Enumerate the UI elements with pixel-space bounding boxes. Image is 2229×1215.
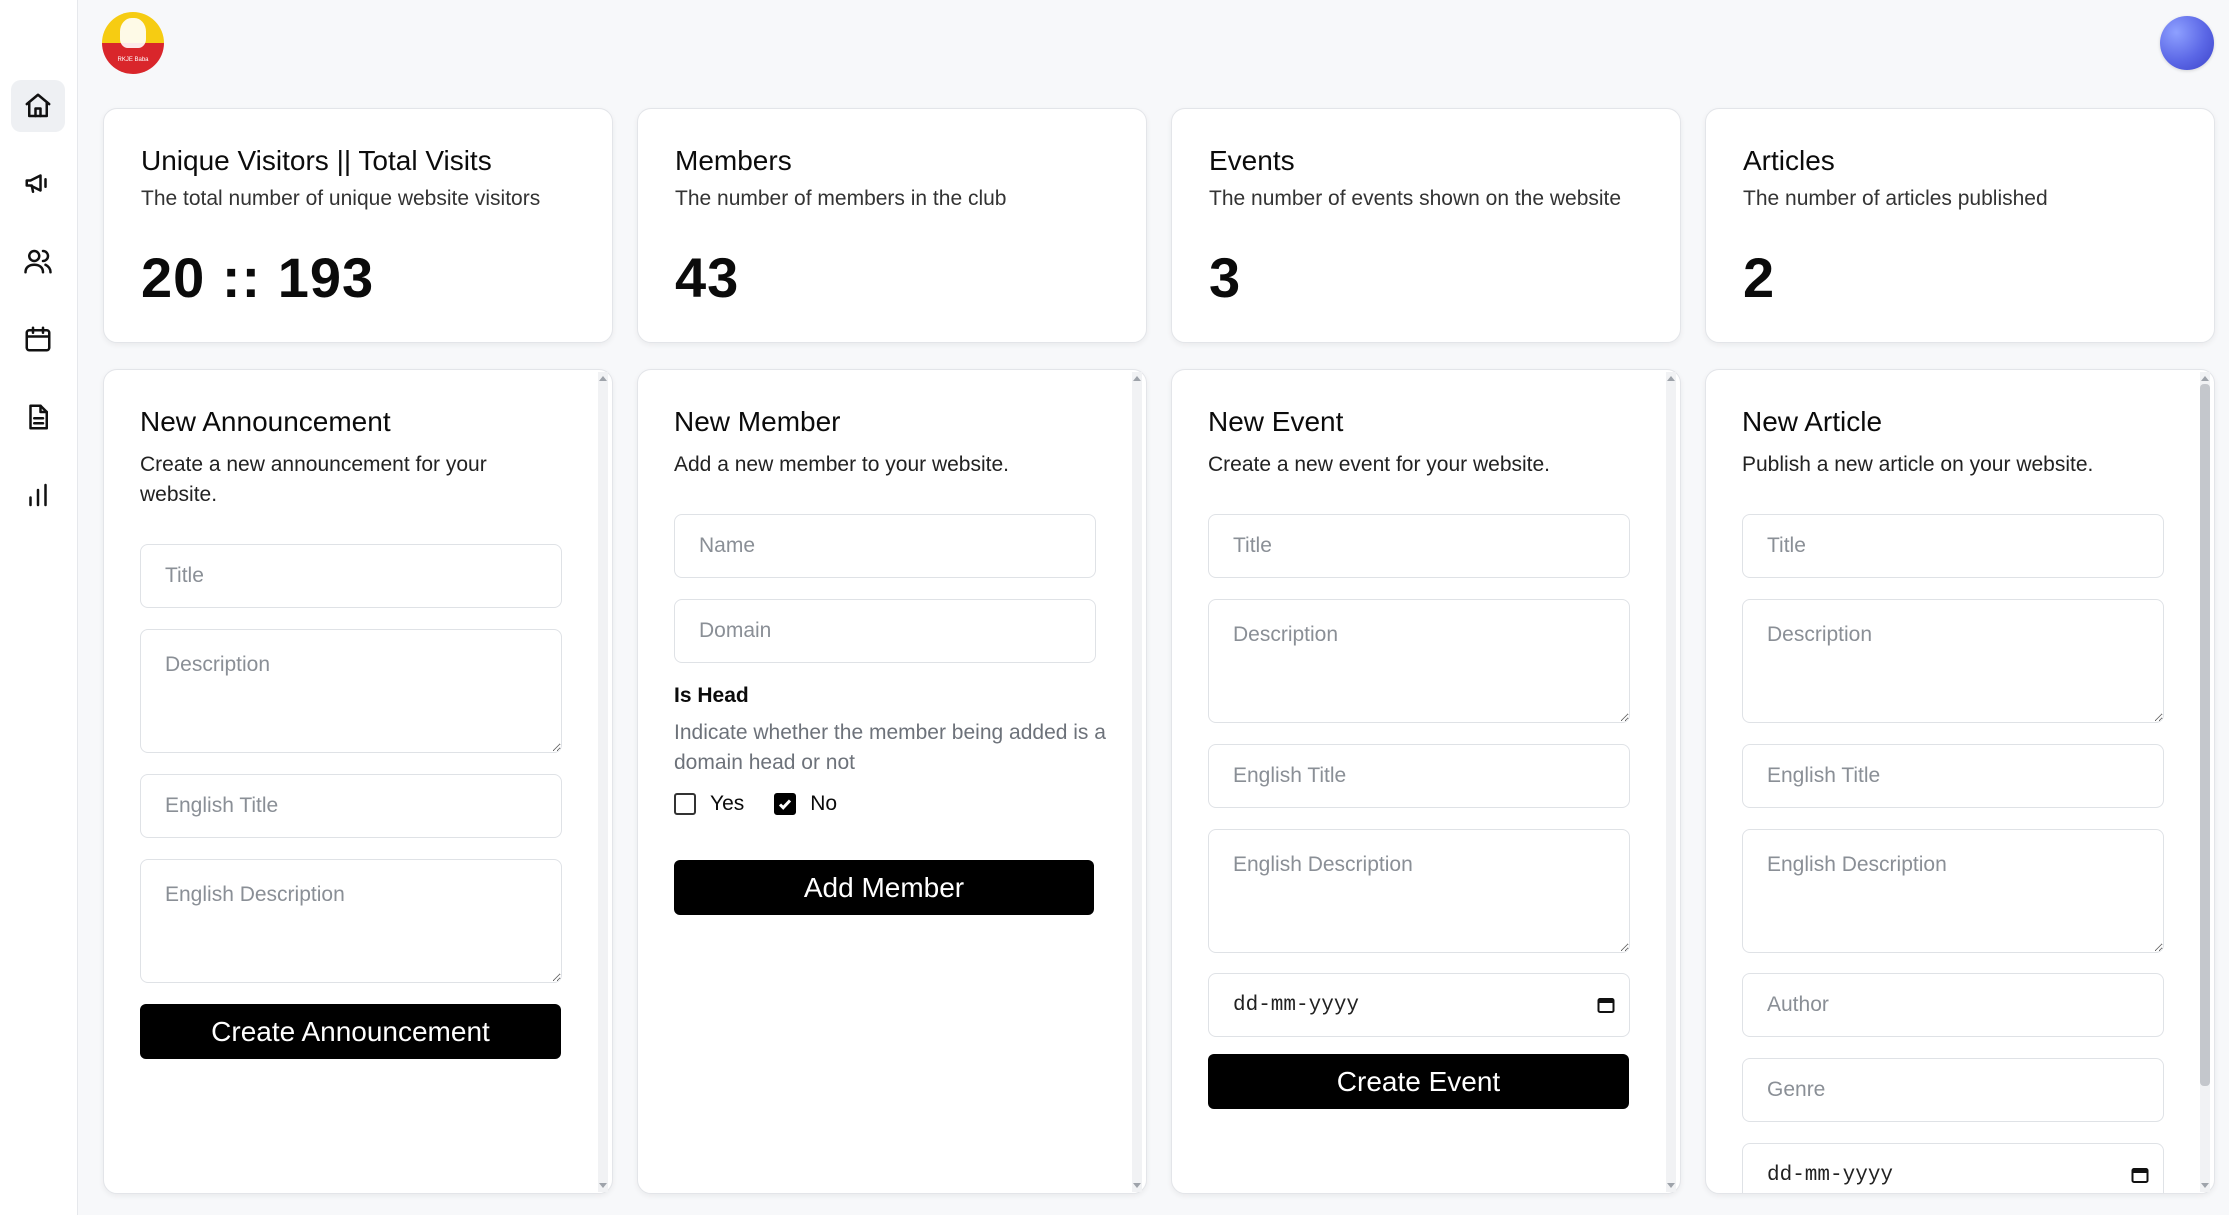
stat-title: Articles bbox=[1743, 145, 1835, 176]
calendar-picker-icon[interactable] bbox=[2131, 1166, 2149, 1184]
stat-description: The number of articles published bbox=[1743, 187, 2048, 210]
stat-title: Events bbox=[1209, 145, 1295, 176]
sidebar-item-events[interactable] bbox=[11, 313, 65, 365]
yes-label[interactable]: Yes bbox=[710, 792, 744, 816]
yes-checkbox[interactable] bbox=[674, 793, 696, 815]
scroll-down-arrow[interactable] bbox=[1667, 1183, 1675, 1188]
scroll-up-arrow[interactable] bbox=[2201, 376, 2209, 381]
article-english-title-input[interactable] bbox=[1742, 744, 2164, 808]
users-icon bbox=[24, 249, 52, 274]
create-event-button[interactable]: Create Event bbox=[1208, 1054, 1629, 1109]
form-subtitle: Publish a new article on your website. bbox=[1742, 453, 2094, 476]
stat-card-visitors: Unique Visitors || Total Visits The tota… bbox=[103, 108, 613, 343]
stat-value: 20 :: 193 bbox=[141, 246, 375, 309]
megaphone-icon bbox=[25, 174, 47, 193]
member-domain-input[interactable] bbox=[674, 599, 1096, 663]
event-date-input[interactable]: dd-mm-yyyy bbox=[1208, 973, 1630, 1037]
member-form-card: New Member Add a new member to your webs… bbox=[637, 369, 1147, 1194]
sidebar-item-articles[interactable] bbox=[11, 391, 65, 443]
article-description-input[interactable] bbox=[1742, 599, 2164, 723]
create-announcement-button[interactable]: Create Announcement bbox=[140, 1004, 561, 1059]
calendar-icon bbox=[25, 326, 51, 352]
no-label[interactable]: No bbox=[810, 792, 837, 816]
event-form-card: New Event Create a new event for your we… bbox=[1171, 369, 1681, 1194]
stat-card-events: Events The number of events shown on the… bbox=[1171, 108, 1681, 343]
stat-title: Unique Visitors || Total Visits bbox=[141, 145, 492, 176]
avatar[interactable] bbox=[2160, 16, 2214, 70]
article-date-input[interactable]: dd-mm-yyyy bbox=[1742, 1143, 2164, 1193]
scroll-up-arrow[interactable] bbox=[599, 376, 607, 381]
article-author-input[interactable] bbox=[1742, 973, 2164, 1037]
announcement-scrollbar[interactable] bbox=[596, 372, 610, 1192]
event-english-description-input[interactable] bbox=[1208, 829, 1630, 953]
scroll-down-arrow[interactable] bbox=[2201, 1183, 2209, 1188]
announcement-english-title-input[interactable] bbox=[140, 774, 562, 838]
form-title: New Announcement bbox=[140, 406, 391, 437]
bar-chart-icon bbox=[29, 483, 47, 507]
stat-card-articles: Articles The number of articles publishe… bbox=[1705, 108, 2215, 343]
no-checkbox[interactable] bbox=[774, 793, 797, 815]
logo-text: RKJE Baba bbox=[117, 57, 149, 63]
article-scrollbar[interactable] bbox=[2198, 372, 2212, 1192]
article-english-description-input[interactable] bbox=[1742, 829, 2164, 953]
form-subtitle: Add a new member to your website. bbox=[674, 453, 1009, 476]
event-english-title-input[interactable] bbox=[1208, 744, 1630, 808]
announcement-english-description-input[interactable] bbox=[140, 859, 562, 983]
event-description-input[interactable] bbox=[1208, 599, 1630, 723]
announcement-description-input[interactable] bbox=[140, 629, 562, 753]
sidebar-item-home[interactable] bbox=[11, 80, 65, 132]
lion-emblem bbox=[120, 18, 146, 48]
announcement-form-card: New Announcement Create a new announceme… bbox=[103, 369, 613, 1194]
scrollbar-thumb[interactable] bbox=[2200, 384, 2210, 1086]
stat-title: Members bbox=[675, 145, 792, 176]
stat-value: 3 bbox=[1209, 246, 1242, 309]
article-genre-input[interactable] bbox=[1742, 1058, 2164, 1122]
event-scrollbar[interactable] bbox=[1664, 372, 1678, 1192]
form-title: New Article bbox=[1742, 406, 1883, 437]
member-name-input[interactable] bbox=[674, 514, 1096, 578]
scroll-up-arrow[interactable] bbox=[1667, 376, 1675, 381]
stat-value: 43 bbox=[675, 246, 740, 309]
date-value: dd-mm-yyyy bbox=[1767, 1163, 1894, 1187]
sidebar-item-analytics[interactable] bbox=[11, 469, 65, 521]
form-subtitle: Create a new announcement for your websi… bbox=[140, 453, 487, 506]
sidebar bbox=[0, 0, 78, 1215]
checkmark-icon bbox=[779, 799, 792, 810]
sidebar-item-announcements[interactable] bbox=[11, 157, 65, 209]
scroll-down-arrow[interactable] bbox=[599, 1183, 607, 1188]
stat-description: The total number of unique website visit… bbox=[141, 187, 541, 210]
calendar-picker-icon[interactable] bbox=[1597, 996, 1615, 1014]
is-head-options: Yes No bbox=[674, 792, 1109, 816]
event-title-input[interactable] bbox=[1208, 514, 1630, 578]
add-member-button[interactable]: Add Member bbox=[674, 860, 1094, 915]
sidebar-item-members[interactable] bbox=[11, 235, 65, 287]
is-head-description: Indicate whether the member being added … bbox=[674, 721, 1106, 774]
home-icon bbox=[25, 93, 51, 118]
form-title: New Member bbox=[674, 406, 841, 437]
date-value: dd-mm-yyyy bbox=[1233, 993, 1360, 1017]
member-scrollbar[interactable] bbox=[1130, 372, 1144, 1192]
announcement-title-input[interactable] bbox=[140, 544, 562, 608]
scroll-up-arrow[interactable] bbox=[1133, 376, 1141, 381]
stat-description: The number of events shown on the websit… bbox=[1209, 187, 1622, 210]
document-icon bbox=[29, 404, 48, 430]
article-form-card: New Article Publish a new article on you… bbox=[1705, 369, 2215, 1194]
article-title-input[interactable] bbox=[1742, 514, 2164, 578]
is-head-label: Is Head bbox=[674, 684, 749, 707]
form-subtitle: Create a new event for your website. bbox=[1208, 453, 1551, 476]
scroll-down-arrow[interactable] bbox=[1133, 1183, 1141, 1188]
stat-value: 2 bbox=[1743, 246, 1776, 309]
club-logo[interactable]: RKJE Baba bbox=[102, 12, 164, 74]
stat-card-members: Members The number of members in the clu… bbox=[637, 108, 1147, 343]
stat-description: The number of members in the club bbox=[675, 187, 1007, 210]
form-title: New Event bbox=[1208, 406, 1344, 437]
